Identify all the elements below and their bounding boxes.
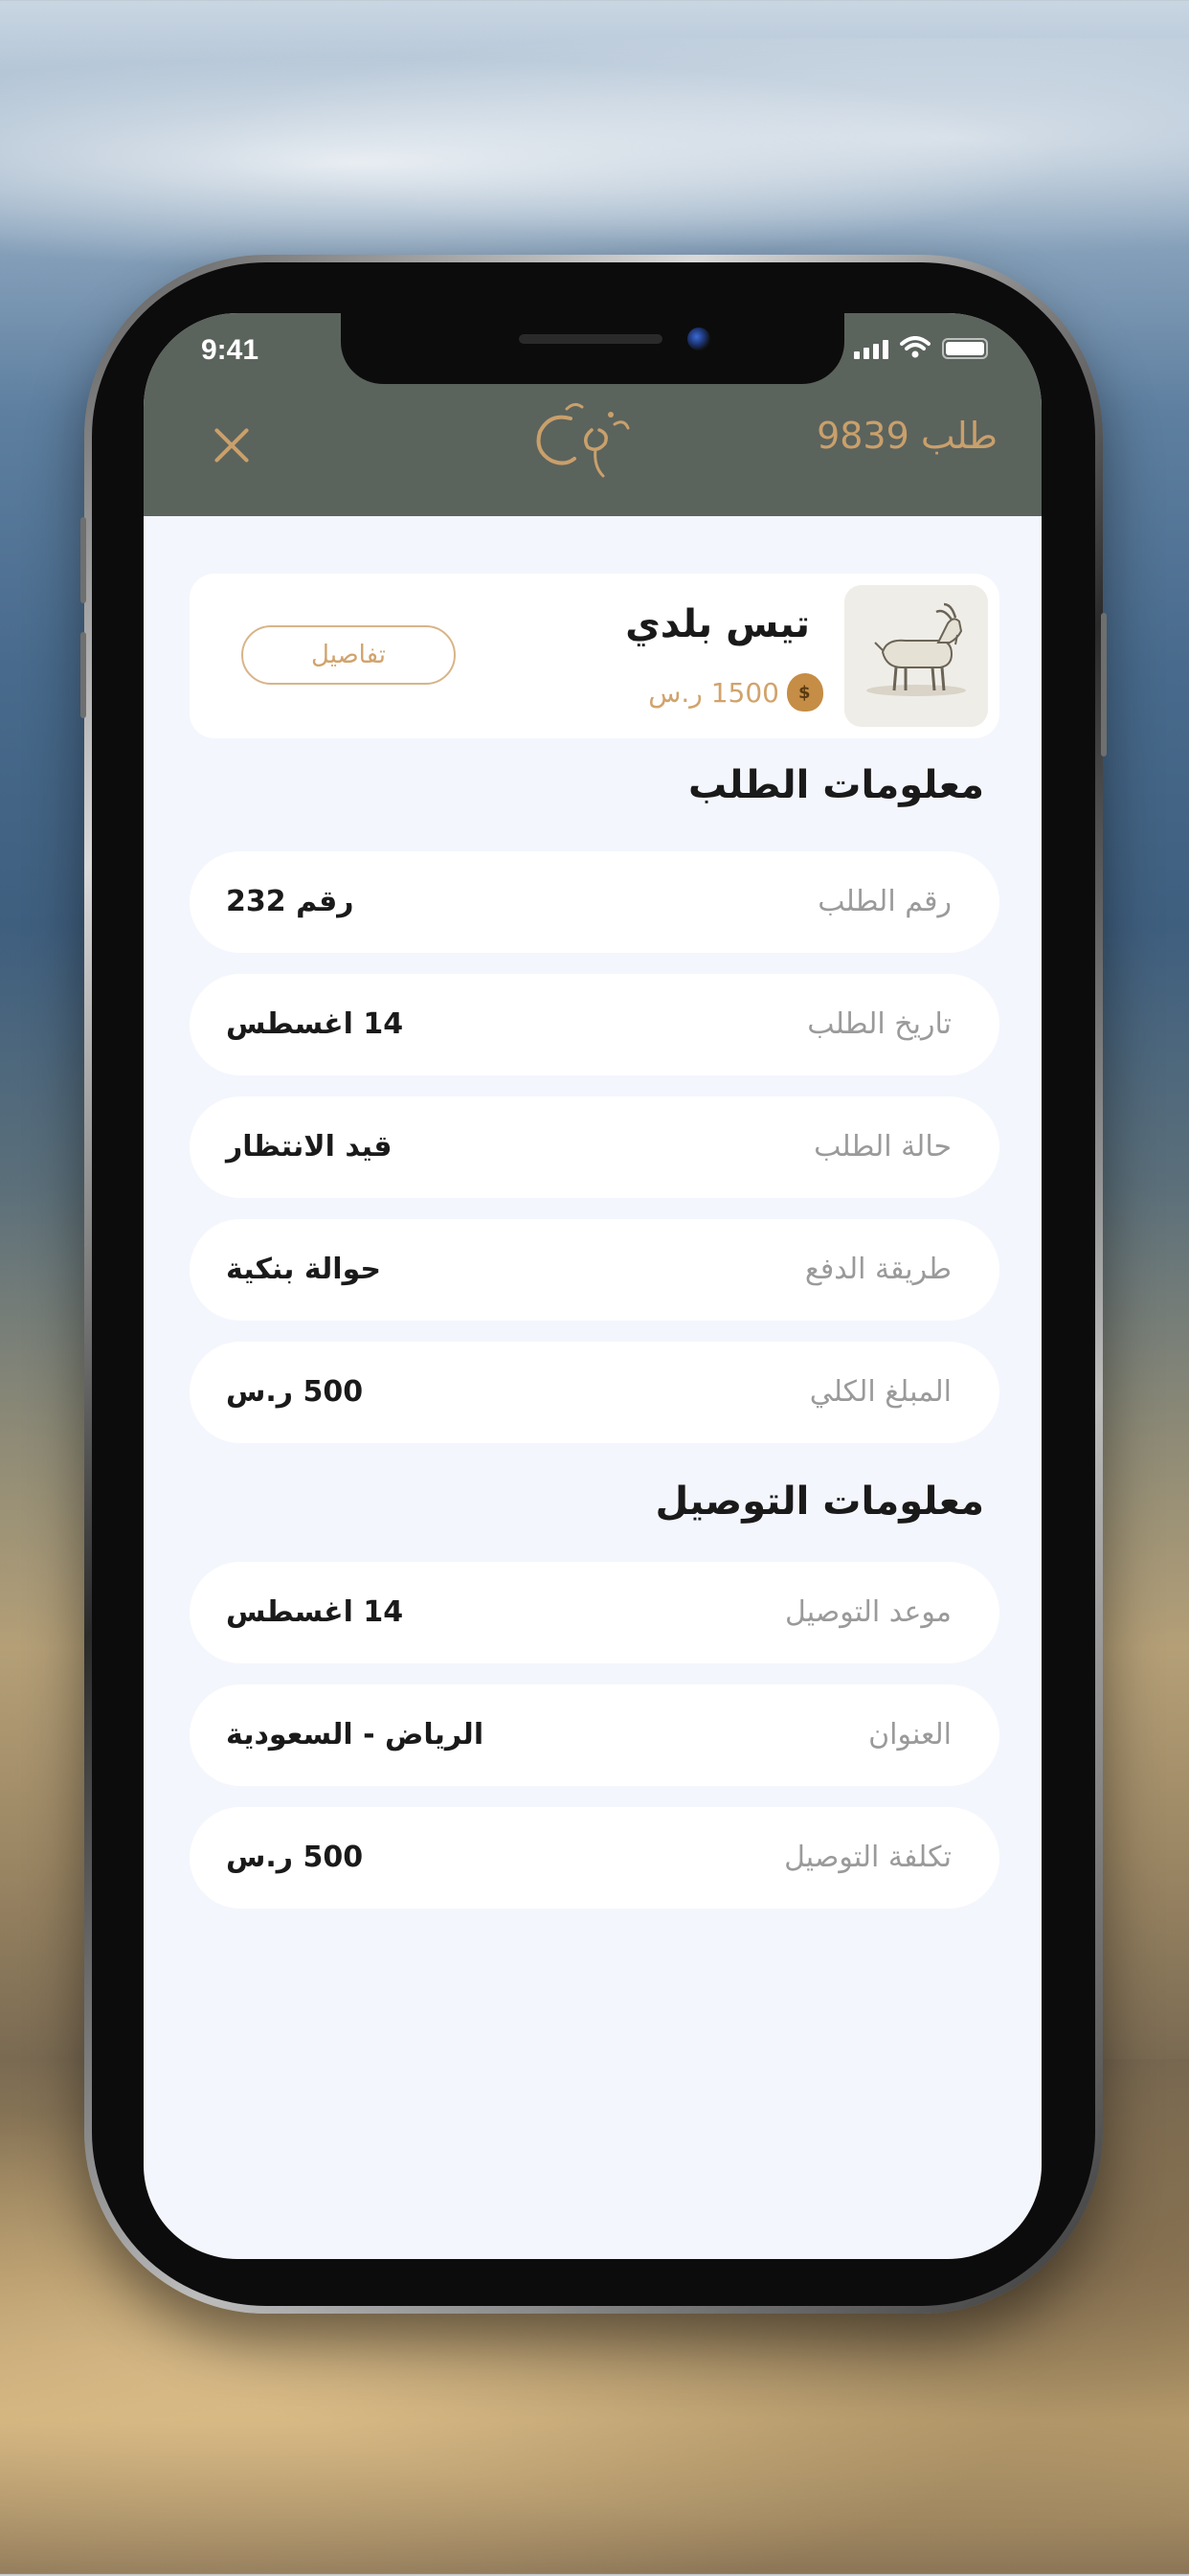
order-status-row: حالة الطلب قيد الانتظار: [190, 1096, 999, 1198]
battery-icon: [942, 338, 988, 359]
speaker-grille: [519, 334, 662, 344]
order-date-row: تاريخ الطلب 14 اغسطس: [190, 974, 999, 1075]
power-button: [1101, 613, 1107, 757]
row-value: قيد الانتظار: [226, 1130, 393, 1164]
signal-icon: [854, 338, 888, 359]
row-value: 14 اغسطس: [226, 1007, 404, 1041]
camera-icon: [687, 328, 710, 350]
row-value: 500 ر.س: [226, 1375, 364, 1409]
row-label: تكلفة التوصيل: [784, 1841, 952, 1874]
delivery-cost-row: تكلفة التوصيل 500 ر.س: [190, 1807, 999, 1909]
product-card: تيس بلدي 1500 ر.س تفاصيل: [190, 574, 999, 738]
app-screen: 9:41 طلب 9839 تيس بلدي $ 1500 ر.س تفاصيل…: [144, 313, 1042, 2259]
order-title: طلب 9839: [817, 415, 998, 457]
product-name: تيس بلدي: [625, 602, 810, 646]
product-price-row: 1500 ر.س: [648, 673, 823, 712]
delivery-info-title: معلومات التوصيل: [655, 1480, 984, 1524]
details-button[interactable]: تفاصيل: [241, 625, 456, 685]
close-icon[interactable]: [213, 426, 251, 464]
status-time: 9:41: [201, 334, 259, 366]
row-label: حالة الطلب: [814, 1130, 952, 1164]
payment-method-row: طريقة الدفع حوالة بنكية: [190, 1219, 999, 1321]
row-label: تاريخ الطلب: [807, 1007, 952, 1041]
volume-up-button: [80, 517, 86, 603]
volume-down-button: [80, 632, 86, 718]
notch: [341, 313, 844, 384]
row-value: 500 ر.س: [226, 1841, 364, 1874]
row-value: رقم 232: [226, 885, 354, 918]
row-value: 14 اغسطس: [226, 1595, 404, 1629]
goat-image: [844, 585, 988, 727]
money-bag-icon: [787, 673, 823, 712]
status-icons: [854, 336, 988, 359]
row-label: طريقة الدفع: [804, 1253, 952, 1286]
total-amount-row: المبلغ الكلي 500 ر.س: [190, 1342, 999, 1443]
row-label: رقم الطلب: [818, 885, 952, 918]
header-bar: 9:41 طلب 9839: [144, 313, 1042, 516]
order-info-title: معلومات الطلب: [687, 763, 984, 807]
background-sky: [0, 38, 1189, 287]
delivery-date-row: موعد التوصيل 14 اغسطس: [190, 1562, 999, 1663]
row-value: حوالة بنكية: [226, 1253, 382, 1286]
brand-logo: [536, 402, 630, 478]
row-label: موعد التوصيل: [784, 1595, 952, 1629]
wifi-icon: [900, 336, 931, 358]
order-number-row: رقم الطلب رقم 232: [190, 851, 999, 953]
row-label: العنوان: [868, 1718, 952, 1751]
row-label: المبلغ الكلي: [809, 1375, 952, 1409]
address-row: العنوان الرياض - السعودية: [190, 1684, 999, 1786]
product-price: 1500 ر.س: [648, 676, 779, 709]
row-value: الرياض - السعودية: [226, 1718, 484, 1751]
